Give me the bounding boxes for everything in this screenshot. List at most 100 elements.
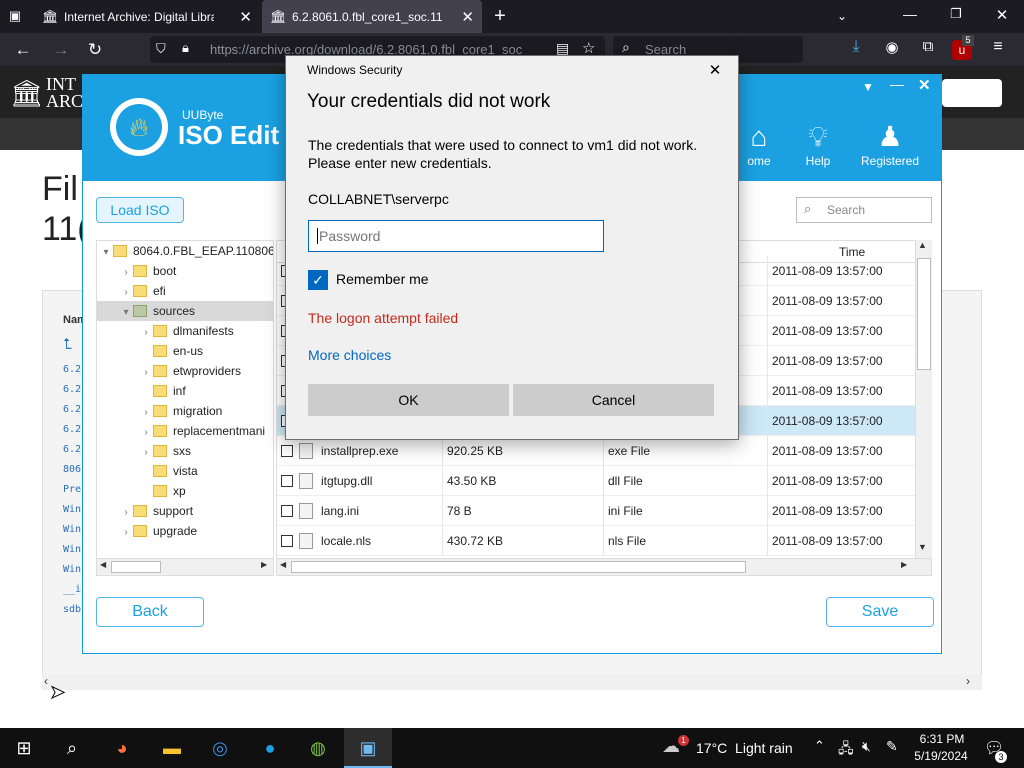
load-iso-button[interactable]: Load ISO [96,197,184,223]
ok-button[interactable]: OK [308,384,509,416]
uubyte-close-icon[interactable]: ✕ [918,76,936,94]
tab-internet-archive[interactable]: 🏛 Internet Archive: Digital Library o ✕ [34,0,260,33]
list-vertical-scrollbar[interactable]: ▲ ▼ [915,240,932,558]
tree-root[interactable]: ▾ 8064.0.FBL_EEAP.110806- [97,241,273,261]
tree-item-sources[interactable]: ▾ sources [97,301,273,321]
extensions-puzzle-icon[interactable]: ⧉ [918,38,938,58]
cancel-button[interactable]: Cancel [513,384,714,416]
chevron-right-icon[interactable]: › [139,443,153,463]
uubyte-taskbar-icon[interactable]: ● [246,728,294,768]
chevron-right-icon[interactable]: › [139,423,153,443]
weather-text[interactable]: 17°C Light rain [696,740,793,756]
chevron-down-icon[interactable]: ▾ [99,243,113,263]
remember-me-checkbox[interactable]: ✓ [308,270,328,290]
menu-hamburger-icon[interactable]: ≡ [988,38,1008,58]
tree-item-replacementmani[interactable]: › replacementmani [97,421,273,441]
clock-date[interactable]: 5/19/2024 [910,749,972,763]
remote-desktop-icon[interactable]: ▣ [344,728,392,768]
chevron-right-icon[interactable]: › [139,403,153,423]
scroll-right-icon[interactable]: ▶ [261,560,267,569]
start-windows-icon[interactable]: ⊞ [0,728,48,768]
chevron-right-icon[interactable]: › [119,523,133,543]
back-button[interactable]: Back [96,597,204,627]
downloads-icon[interactable]: ⤓ [846,38,866,58]
tree-horizontal-scrollbar[interactable]: ◀ ▶ [96,558,274,576]
scroll-right-icon[interactable]: › [966,674,980,690]
pen-icon[interactable]: ✎ [886,738,898,755]
tree-item-migration[interactable]: › migration [97,401,273,421]
back-arrow-icon[interactable]: ← [8,33,38,66]
tab-overview-icon[interactable]: ▣ [6,8,24,24]
tree-item-upgrade[interactable]: › upgrade [97,521,273,541]
tree-item-efi[interactable]: › efi [97,281,273,301]
tree-item-xp[interactable]: xp [97,481,273,501]
list-tabs-chevron-icon[interactable]: ⌄ [832,6,852,26]
scroll-left-icon[interactable]: ◀ [100,560,106,569]
chevron-right-icon[interactable]: › [119,263,133,283]
tree-item-dlmanifests[interactable]: › dlmanifests [97,321,273,341]
search-icon[interactable]: ⌕ [48,728,96,768]
lock-icon[interactable]: 🔒︎ [182,40,198,56]
tree-item-inf[interactable]: inf [97,381,273,401]
chevron-right-icon[interactable]: › [119,283,133,303]
page-search-box[interactable] [942,79,1002,107]
reload-icon[interactable]: ↻ [80,33,110,66]
password-input[interactable]: Password [308,220,604,252]
close-tab-icon[interactable]: ✕ [233,8,252,26]
remember-me-label[interactable]: Remember me [336,271,429,287]
nav-help[interactable]: 💡︎ Help [785,120,851,168]
cell-time: 2011-08-09 13:57:00 [767,436,883,466]
more-choices-link[interactable]: More choices [308,347,391,363]
volume-muted-icon[interactable]: 🔇︎ [862,738,871,755]
folder-tree[interactable]: ▾ 8064.0.FBL_EEAP.110806- › boot › efi ▾ source… [96,240,274,576]
nav-registered[interactable]: ♟ Registered [855,120,925,168]
account-icon[interactable]: ◉ [882,38,902,58]
new-tab-button[interactable]: + [490,4,510,28]
row-checkbox[interactable] [281,475,293,487]
table-row[interactable]: locale.nls 430.72 KB nls File 2011-08-09 13… [277,526,917,556]
shield-icon[interactable]: ⛉ [156,41,172,57]
chevron-right-icon[interactable]: › [119,503,133,523]
network-icon[interactable]: 🖧 [838,738,854,762]
chevron-right-icon[interactable]: › [139,323,153,343]
tab-download-page[interactable]: 🏛 6.2.8061.0.fbl_core1_soc.110803- ✕ [262,0,482,33]
uubyte-minimize-icon[interactable]: — [890,76,908,94]
tree-item-sxs[interactable]: › sxs [97,441,273,461]
table-row[interactable]: installprep.exe 920.25 KB exe File 2011-08-… [277,436,917,466]
file-explorer-icon[interactable]: ▬ [148,728,196,768]
scroll-left-icon[interactable]: ◀ [280,560,286,569]
tree-item-support[interactable]: › support [97,501,273,521]
tree-item-en-us[interactable]: en-us [97,341,273,361]
tree-item-etwproviders[interactable]: › etwproviders [97,361,273,381]
close-tab-icon[interactable]: ✕ [455,8,474,26]
table-row[interactable]: lang.ini 78 B ini File 2011-08-09 13:57:00 [277,496,917,526]
chevron-right-icon[interactable]: › [139,363,153,383]
chrome-icon[interactable]: ◎ [196,728,244,768]
show-hidden-icons-chevron[interactable]: ⌃ [814,738,825,754]
forward-arrow-icon[interactable]: → [46,33,76,66]
firefox-icon[interactable]: ◕ [98,728,146,768]
row-checkbox[interactable] [281,445,293,457]
row-checkbox[interactable] [281,505,293,517]
scroll-right-icon[interactable]: ▶ [901,560,907,569]
close-window-icon[interactable]: ✕ [990,6,1014,26]
row-checkbox[interactable] [281,535,293,547]
uubyte-search-input[interactable]: Search [796,197,932,223]
dialog-close-icon[interactable]: ✕ [704,61,726,81]
minimize-window-icon[interactable]: — [898,6,922,26]
network-tool-icon[interactable]: ◍ [294,728,342,768]
page-horizontal-scrollbar[interactable] [42,674,982,690]
save-button[interactable]: Save [826,597,934,627]
table-row[interactable]: itgtupg.dll 43.50 KB dll File 2011-08-09 13… [277,466,917,496]
tree-item-boot[interactable]: › boot [97,261,273,281]
clock-time[interactable]: 6:31 PM [916,732,968,746]
dropdown-menu-icon[interactable]: ▼ [862,80,880,94]
scroll-down-icon[interactable]: ▼ [918,542,927,552]
parent-dir-arrow-icon[interactable]: ⮤ [63,336,72,353]
tree-item-vista[interactable]: vista [97,461,273,481]
restore-window-icon[interactable]: ❐ [944,6,968,26]
chevron-down-icon[interactable]: ▾ [119,303,133,323]
list-horizontal-scrollbar[interactable]: ◀ ▶ [276,558,932,576]
scroll-up-icon[interactable]: ▲ [918,240,927,250]
archive-logo-icon[interactable]: 🏛 [10,78,43,108]
